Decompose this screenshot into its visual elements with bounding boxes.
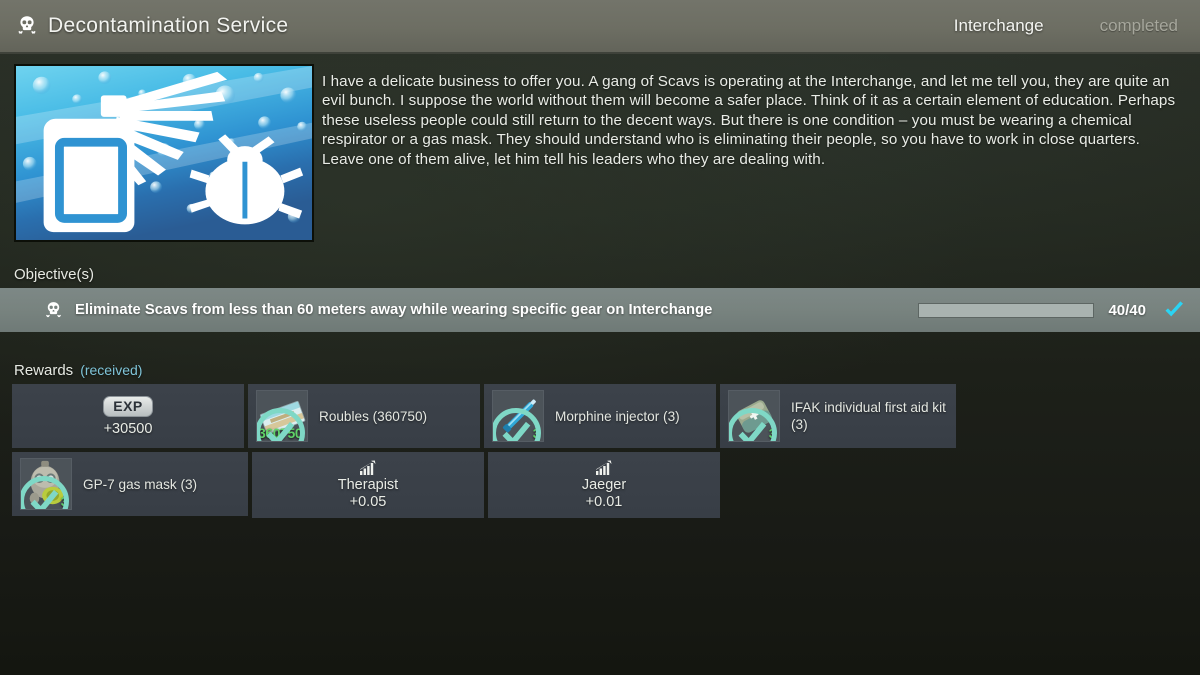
reputation-bars-icon [596, 460, 612, 475]
reward-item-name: GP-7 gas mask (3) [83, 476, 198, 492]
quest-summary-block: I have a delicate business to offer you.… [14, 64, 1186, 242]
reward-card-roubles[interactable]: 360750 Roubles (360750) [248, 384, 480, 448]
quest-description: I have a delicate business to offer you.… [322, 73, 1176, 168]
rewards-label-text: Rewards [14, 362, 74, 379]
reward-item-name: Morphine injector (3) [555, 408, 680, 424]
checkmark-icon [1165, 301, 1183, 317]
rewards-section-label: Rewards (received) [14, 362, 142, 379]
exp-badge-icon: EXP [103, 395, 153, 417]
quest-image [14, 64, 314, 242]
quest-detail-screen: Decontamination Service Interchange comp… [0, 0, 1200, 675]
gas-mask-thumbnail[interactable]: 3 [20, 458, 72, 510]
trader-name: Therapist [337, 477, 399, 493]
reward-card-jaeger-reputation[interactable]: Jaeger +0.01 [488, 452, 720, 518]
objective-progress-fill [919, 303, 1094, 317]
objective-progress-count: 40/40 [1108, 301, 1146, 319]
quest-title: Decontamination Service [48, 14, 289, 37]
skull-icon [46, 301, 61, 317]
roubles-thumbnail[interactable]: 360750 [256, 390, 308, 442]
found-in-raid-icon [257, 408, 305, 441]
reward-item-name: IFAK individual first aid kit (3) [791, 400, 946, 432]
found-in-raid-icon [21, 476, 69, 509]
experience-value: +30500 [103, 420, 153, 437]
objective-text: Eliminate Scavs from less than 60 meters… [75, 302, 713, 318]
reward-card-experience[interactable]: EXP +30500 [12, 384, 244, 448]
reward-card-gas-mask[interactable]: 3 GP-7 gas mask (3) [12, 452, 248, 516]
quest-header: Decontamination Service Interchange comp… [0, 0, 1200, 54]
quest-location: Interchange [953, 16, 1044, 35]
quest-status: completed [1099, 16, 1178, 35]
trader-name: Jaeger [581, 477, 627, 493]
objectives-section-label: Objective(s) [14, 266, 95, 283]
skull-icon [18, 16, 36, 34]
objective-progress-bar [918, 302, 1095, 318]
trader-reputation-value: +0.05 [349, 494, 387, 510]
trader-reputation-value: +0.01 [585, 494, 623, 510]
reward-card-therapist-reputation[interactable]: Therapist +0.05 [252, 452, 484, 518]
ifak-thumbnail[interactable]: 3 [728, 390, 780, 442]
reward-item-name: Roubles (360750) [319, 408, 428, 424]
therapist-inner: Therapist +0.05 [338, 460, 398, 510]
reputation-bars-icon [359, 460, 376, 475]
morphine-injector-thumbnail[interactable]: 3 [492, 390, 544, 442]
found-in-raid-icon [729, 408, 777, 441]
rewards-grid: EXP +30500 360750 Roubles (360750) 3 Mor… [12, 384, 1188, 518]
objective-row: Eliminate Scavs from less than 60 meters… [0, 288, 1200, 332]
jaeger-inner: Jaeger +0.01 [582, 460, 626, 510]
experience-inner: EXP +30500 [103, 395, 153, 437]
spray-can-and-bug-image [16, 66, 312, 240]
found-in-raid-icon [493, 408, 541, 441]
reward-card-morphine-injector[interactable]: 3 Morphine injector (3) [484, 384, 716, 448]
reward-card-ifak[interactable]: 3 IFAK individual first aid kit (3) [720, 384, 956, 448]
rewards-received-badge: (received) [80, 362, 143, 378]
